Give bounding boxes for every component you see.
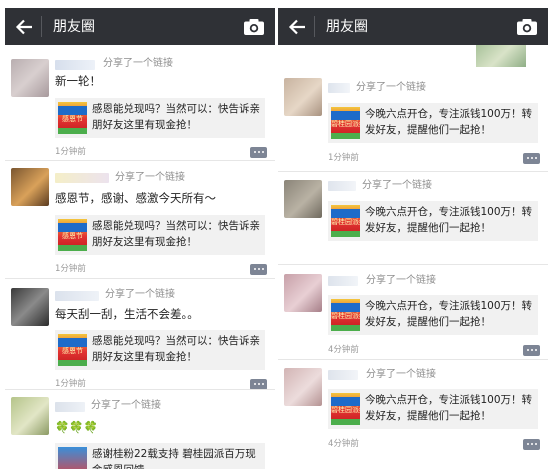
post-divider <box>5 160 275 161</box>
arrow-left-icon[interactable] <box>286 17 308 37</box>
page-title: 朋友圈 <box>326 19 368 35</box>
share-link-label: 分享了一个链接 <box>362 180 432 191</box>
avatar[interactable] <box>11 288 49 326</box>
link-card[interactable]: 感恩节 感恩能兑现吗？当然可以：快告诉亲朋好友这里有现金抢！ <box>55 98 265 138</box>
timestamp: 1分钟前 <box>55 264 86 274</box>
link-card[interactable]: 碧桂园派红包 今晚六点开仓，专注派钱100万！转发好友，提醒他们一起抢！ <box>328 201 538 241</box>
link-thumbnail: 碧桂园派红包 <box>331 205 360 237</box>
user-name-blurred[interactable] <box>328 370 358 380</box>
link-thumbnail: 碧桂园派红包 <box>331 393 360 425</box>
link-card-text: 感谢桂粉22载支持 碧桂园派百万现金感恩回馈 <box>92 448 256 469</box>
avatar[interactable] <box>284 78 322 116</box>
link-card[interactable]: 感谢桂粉22载支持 碧桂园派百万现金感恩回馈 <box>55 443 265 469</box>
avatar[interactable] <box>11 59 49 97</box>
comment-dots-icon[interactable] <box>523 439 540 450</box>
share-link-label: 分享了一个链接 <box>91 400 161 411</box>
user-name-blurred[interactable] <box>55 402 85 412</box>
user-name-blurred[interactable] <box>55 60 95 70</box>
avatar[interactable] <box>284 368 322 406</box>
timestamp: 4分钟前 <box>328 439 359 449</box>
post-text: 新一轮！ <box>55 74 101 88</box>
avatar[interactable] <box>284 274 322 312</box>
user-name-blurred[interactable] <box>55 291 99 301</box>
link-card-text: 今晚六点开仓，专注派钱100万！转发好友，提醒他们一起抢！ <box>365 108 533 136</box>
share-link-label: 分享了一个链接 <box>105 289 175 300</box>
post-divider <box>5 278 275 279</box>
post-text: 每天刮一刮，生活不会差。。 <box>55 307 199 321</box>
moments-panel-right: 朋友圈 分享了一个链接 碧桂园派红包 今晚六点开仓，专注派钱100万！转发好友，… <box>278 8 548 469</box>
user-name-blurred[interactable] <box>328 276 358 286</box>
share-link-label: 分享了一个链接 <box>103 58 173 69</box>
post-divider <box>278 359 548 360</box>
link-thumbnail: 感恩节 <box>58 334 87 366</box>
moments-panel-left: 朋友圈 分享了一个链接 新一轮！ 感恩节 感恩能兑现吗？当然可以：快告诉亲朋好友… <box>5 8 275 469</box>
link-card-text: 今晚六点开仓，专注派钱100万！转发好友，提醒他们一起抢！ <box>365 394 533 422</box>
timestamp: 1分钟前 <box>55 147 86 157</box>
arrow-left-icon[interactable] <box>13 17 35 37</box>
page-title: 朋友圈 <box>53 19 95 35</box>
link-thumbnail: 感恩节 <box>58 102 87 134</box>
user-name-blurred[interactable] <box>328 83 350 93</box>
link-card-text: 今晚六点开仓，专注派钱100万！转发好友，提醒他们一起抢！ <box>365 206 533 234</box>
post-divider <box>278 264 548 265</box>
link-card-text: 感恩能兑现吗？当然可以：快告诉亲朋好友这里有现金抢！ <box>92 103 260 131</box>
avatar[interactable] <box>11 397 49 435</box>
link-card-text: 感恩能兑现吗？当然可以：快告诉亲朋好友这里有现金抢！ <box>92 335 260 363</box>
link-thumbnail: 碧桂园派红包 <box>331 299 360 331</box>
share-link-label: 分享了一个链接 <box>366 275 436 286</box>
link-card[interactable]: 碧桂园派红包 今晚六点开仓，专注派钱100万！转发好友，提醒他们一起抢！ <box>328 295 538 335</box>
previous-post-image[interactable] <box>476 45 526 67</box>
comment-dots-icon[interactable] <box>250 147 267 158</box>
top-bar: 朋友圈 <box>5 8 275 45</box>
link-card[interactable]: 感恩节 感恩能兑现吗？当然可以：快告诉亲朋好友这里有现金抢！ <box>55 215 265 255</box>
avatar[interactable] <box>284 180 322 218</box>
post-text: 感恩节，感谢、感激今天所有～ <box>55 191 216 205</box>
comment-dots-icon[interactable] <box>523 153 540 164</box>
post-text: 🍀🍀🍀 <box>55 420 98 434</box>
camera-icon[interactable] <box>243 18 265 36</box>
link-thumbnail: 感恩节 <box>58 219 87 251</box>
link-card-text: 感恩能兑现吗？当然可以：快告诉亲朋好友这里有现金抢！ <box>92 220 260 248</box>
post-divider <box>5 389 275 390</box>
divider <box>314 16 315 37</box>
link-thumbnail <box>58 447 87 469</box>
user-name-blurred[interactable] <box>328 181 356 191</box>
link-card-text: 今晚六点开仓，专注派钱100万！转发好友，提醒他们一起抢！ <box>365 300 533 328</box>
top-bar: 朋友圈 <box>278 8 548 45</box>
camera-icon[interactable] <box>516 18 538 36</box>
avatar[interactable] <box>11 168 49 206</box>
link-thumbnail: 碧桂园派红包 <box>331 107 360 139</box>
share-link-label: 分享了一个链接 <box>356 82 426 93</box>
post-divider <box>278 171 548 172</box>
share-link-label: 分享了一个链接 <box>115 172 185 183</box>
link-card[interactable]: 感恩节 感恩能兑现吗？当然可以：快告诉亲朋好友这里有现金抢！ <box>55 330 265 370</box>
comment-dots-icon[interactable] <box>523 345 540 356</box>
timestamp: 1分钟前 <box>328 153 359 163</box>
share-link-label: 分享了一个链接 <box>366 369 436 380</box>
timestamp: 4分钟前 <box>328 345 359 355</box>
user-name-blurred[interactable] <box>55 173 109 183</box>
link-card[interactable]: 碧桂园派红包 今晚六点开仓，专注派钱100万！转发好友，提醒他们一起抢！ <box>328 389 538 429</box>
link-card[interactable]: 碧桂园派红包 今晚六点开仓，专注派钱100万！转发好友，提醒他们一起抢！ <box>328 103 538 143</box>
divider <box>41 16 42 37</box>
comment-dots-icon[interactable] <box>250 264 267 275</box>
